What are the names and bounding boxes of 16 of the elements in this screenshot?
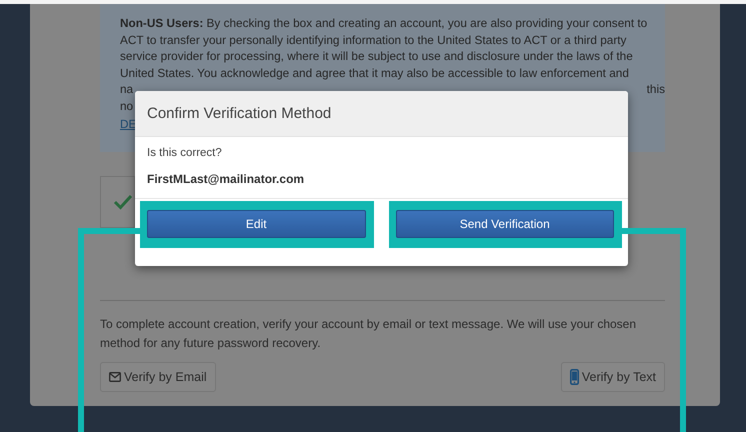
verify-email-button[interactable]: Verify by Email bbox=[100, 362, 216, 392]
notice-text-fragment: this bbox=[646, 81, 665, 98]
policy-link[interactable]: DE bbox=[120, 116, 136, 131]
verify-text-button[interactable]: Verify by Text bbox=[560, 362, 665, 392]
instruction-text: To complete account creation, verify your account by email or text message. We will use your chosen method for any future password recovery. bbox=[100, 316, 638, 352]
envelope-icon bbox=[109, 372, 121, 382]
notice-text-fragment: no bbox=[120, 98, 134, 115]
notice-text-fragment: na bbox=[120, 81, 134, 98]
phone-icon bbox=[570, 369, 579, 385]
edit-button[interactable]: Edit bbox=[147, 210, 366, 238]
modal-title: Confirm Verification Method bbox=[147, 105, 332, 122]
consent-checkbox[interactable] bbox=[100, 176, 135, 228]
question-text: Is this correct? bbox=[147, 147, 223, 159]
email-address: FirstMLast@mailinator.com bbox=[147, 172, 306, 186]
send-verification-button[interactable]: Send Verification bbox=[396, 210, 614, 238]
check-icon bbox=[113, 194, 133, 210]
